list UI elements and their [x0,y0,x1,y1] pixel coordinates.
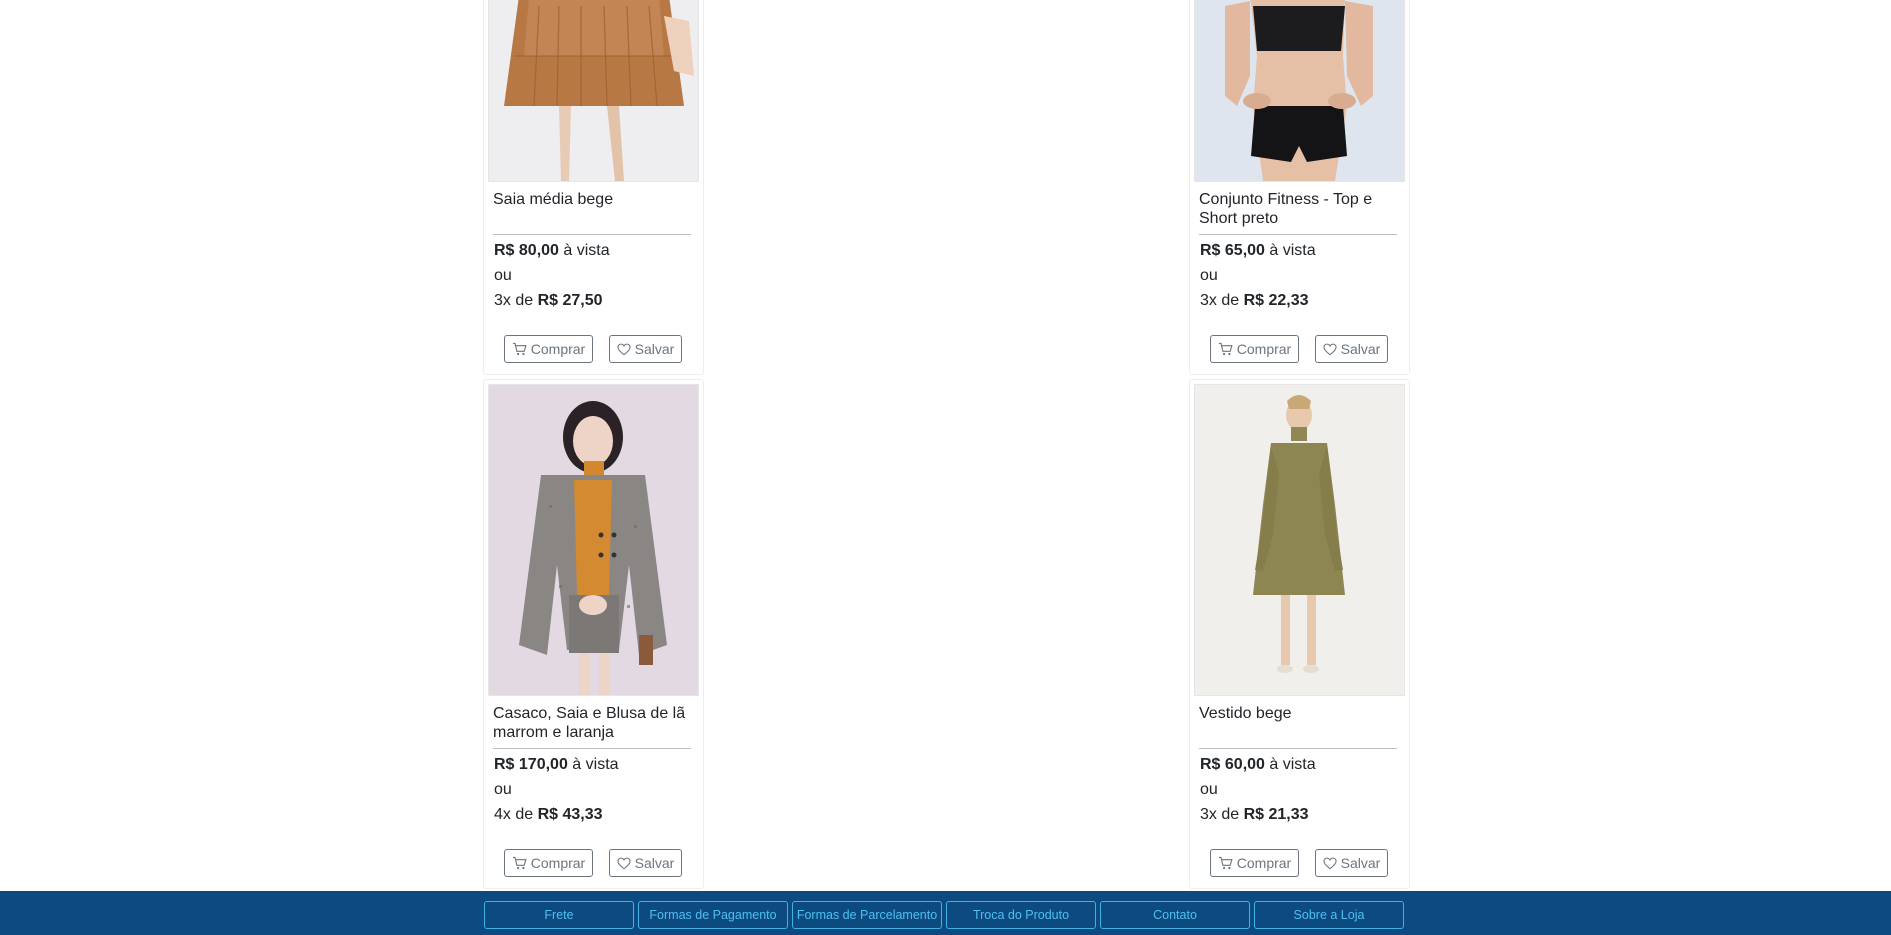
or-label: ou [494,781,512,798]
product-card: Conjunto Fitness - Top e Short preto R$ … [1189,0,1410,375]
buy-button-label: Comprar [530,341,586,357]
buy-button[interactable]: Comprar [1210,335,1299,363]
cash-price: R$ 80,00 à vista [494,241,610,261]
installment-value: R$ 43,33 [537,806,603,823]
dress-photo [1195,385,1404,695]
divider [1199,748,1397,749]
save-button-label: Salvar [1340,341,1381,357]
skirt-photo [489,0,698,181]
cash-price-value: R$ 170,00 [494,756,568,773]
save-button-label: Salvar [634,341,675,357]
heart-icon [1323,857,1337,869]
buy-button[interactable]: Comprar [504,849,593,877]
product-image[interactable] [1194,384,1405,696]
installment-count: 3x de [494,292,534,309]
footer-link-payment-methods[interactable]: Formas de Pagamento [638,901,788,929]
cash-price: R$ 170,00 à vista [494,755,619,775]
or-label: ou [1200,781,1218,798]
installment-value: R$ 21,33 [1243,806,1309,823]
save-button[interactable]: Salvar [609,335,682,363]
save-button[interactable]: Salvar [609,849,682,877]
installment-value: R$ 22,33 [1243,292,1309,309]
cash-price-label: à vista [563,242,610,259]
product-card: Saia média bege R$ 80,00 à vista ou 3x d… [483,0,704,375]
installment-price: 3x de R$ 21,33 [1200,805,1309,825]
buy-button-label: Comprar [1236,341,1292,357]
installment-price: 4x de R$ 43,33 [494,805,603,825]
cash-price-label: à vista [1269,242,1316,259]
or-label: ou [1200,267,1218,284]
product-card: Casaco, Saia e Blusa de lã marrom e lara… [483,379,704,889]
cash-price-value: R$ 80,00 [494,242,559,259]
buy-button[interactable]: Comprar [1210,849,1299,877]
installment-count: 3x de [1200,292,1240,309]
installment-price: 3x de R$ 27,50 [494,291,603,311]
product-image[interactable] [488,384,699,696]
or-label: ou [494,267,512,284]
footer-nav: Frete Formas de Pagamento Formas de Parc… [0,891,1891,935]
product-listing-page: Saia média bege R$ 80,00 à vista ou 3x d… [0,0,1891,935]
heart-icon [617,343,631,355]
footer-link-installment-methods[interactable]: Formas de Parcelamento [792,901,942,929]
buy-button-label: Comprar [530,855,586,871]
installment-value: R$ 27,50 [537,292,603,309]
product-name[interactable]: Saia média bege [493,190,693,209]
buy-button[interactable]: Comprar [504,335,593,363]
fitness-photo [1195,0,1404,181]
installment-price: 3x de R$ 22,33 [1200,291,1309,311]
heart-icon [1323,343,1337,355]
divider [1199,234,1397,235]
installment-count: 4x de [494,806,534,823]
footer-link-product-exchange[interactable]: Troca do Produto [946,901,1096,929]
coat-photo [489,385,698,695]
cart-icon [512,342,527,356]
cart-icon [1218,856,1233,870]
footer-link-about-store[interactable]: Sobre a Loja [1254,901,1404,929]
cart-icon [1218,342,1233,356]
heart-icon [617,857,631,869]
product-image[interactable] [488,0,699,182]
product-name[interactable]: Conjunto Fitness - Top e Short preto [1199,190,1399,228]
cash-price-label: à vista [572,756,619,773]
cash-price: R$ 60,00 à vista [1200,755,1316,775]
product-name[interactable]: Vestido bege [1199,704,1399,723]
save-button-label: Salvar [1340,855,1381,871]
product-image[interactable] [1194,0,1405,182]
save-button-label: Salvar [634,855,675,871]
buy-button-label: Comprar [1236,855,1292,871]
save-button[interactable]: Salvar [1315,335,1388,363]
cart-icon [512,856,527,870]
footer-link-contact[interactable]: Contato [1100,901,1250,929]
divider [493,234,691,235]
cash-price-label: à vista [1269,756,1316,773]
installment-count: 3x de [1200,806,1240,823]
product-name[interactable]: Casaco, Saia e Blusa de lã marrom e lara… [493,704,693,742]
divider [493,748,691,749]
cash-price-value: R$ 65,00 [1200,242,1265,259]
product-card: Vestido bege R$ 60,00 à vista ou 3x de R… [1189,379,1410,889]
cash-price-value: R$ 60,00 [1200,756,1265,773]
save-button[interactable]: Salvar [1315,849,1388,877]
cash-price: R$ 65,00 à vista [1200,241,1316,261]
footer-link-frete[interactable]: Frete [484,901,634,929]
